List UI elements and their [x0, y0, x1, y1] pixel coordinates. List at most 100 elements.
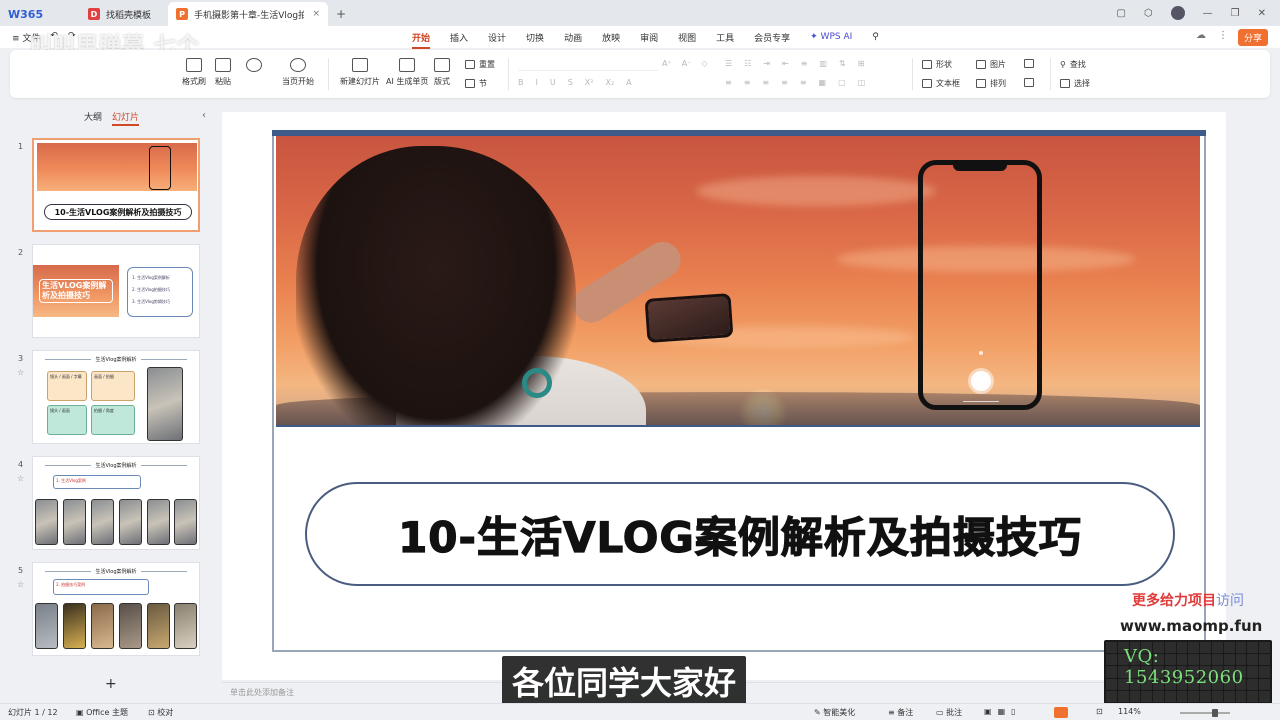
notes-input[interactable]: 单击此处添加备注	[230, 687, 294, 698]
slide-thumbnail-4[interactable]: 生活Vlog案例解析 1. 生活Vlog案例	[32, 456, 200, 550]
effect-icon[interactable]: ◫	[858, 78, 866, 87]
more-icon[interactable]: ⋮	[1218, 30, 1228, 41]
tab-home[interactable]: 开始	[412, 31, 431, 49]
clear-format-icon[interactable]: ◇	[701, 59, 707, 68]
fit-window-icon[interactable]: ⊡	[1096, 707, 1103, 716]
zoom-slider-handle[interactable]	[1212, 709, 1218, 717]
tab-slideshow[interactable]: 放映	[602, 31, 620, 44]
cut-button[interactable]	[246, 58, 262, 72]
cube-icon[interactable]: ⬡	[1144, 8, 1153, 19]
notes-button[interactable]: ≡ 备注	[888, 707, 913, 718]
tab-insert[interactable]: 插入	[450, 31, 468, 44]
theme-indicator[interactable]: ▣ Office 主题	[76, 707, 128, 718]
wps-home-tab[interactable]: W365	[0, 2, 80, 26]
undo-icon[interactable]: ↶	[50, 31, 58, 44]
superscript-icon[interactable]: X²	[585, 78, 594, 87]
document-tab[interactable]: P 手机摄影第十章-生活Vlog拍 ×	[168, 2, 328, 26]
zoom-slider[interactable]	[1180, 712, 1230, 714]
ai-slide-button[interactable]: AI 生成单页	[386, 58, 428, 87]
add-slide-button[interactable]: +	[105, 676, 117, 692]
search-icon[interactable]: ⚲	[872, 32, 879, 42]
increase-font-icon[interactable]: A⁺	[662, 59, 672, 68]
share-button[interactable]: 分享	[1237, 29, 1268, 46]
restore-icon[interactable]: ❐	[1231, 8, 1240, 19]
new-slide-button[interactable]: 新建幻灯片	[340, 58, 380, 87]
tab-animation[interactable]: 动画	[564, 31, 582, 44]
sorter-view-icon[interactable]: ▦	[998, 707, 1012, 716]
comments-button[interactable]: ▭ 批注	[936, 707, 962, 718]
paste-button[interactable]: 粘贴	[215, 58, 231, 87]
window-mode-icon[interactable]: ▢	[1116, 8, 1125, 19]
from-current-button[interactable]: 当页开始	[282, 58, 314, 87]
decrease-font-icon[interactable]: A⁻	[682, 59, 692, 68]
bullets-icon[interactable]: ☰	[725, 59, 732, 68]
select-button[interactable]: 选择	[1060, 78, 1090, 89]
template-tab[interactable]: D 找稻壳模板	[80, 2, 168, 26]
slide-thumbnail-5[interactable]: 生活Vlog案例解析 2. 拍摄技巧案例	[32, 562, 200, 656]
file-menu[interactable]: ≡ 文件 ↶ ↷	[0, 31, 76, 44]
shape-fill-icon[interactable]: ▦	[819, 78, 827, 87]
outline-icon[interactable]: ▢	[838, 78, 846, 87]
line-spacing-icon[interactable]: ≡	[801, 59, 808, 68]
text-direction-icon[interactable]: ⇅	[839, 59, 846, 68]
slide-thumbnail-3[interactable]: 生活Vlog案例解析 镜头 / 画面 / 字幕 画面 / 拍摄 镜头 / 画面 …	[32, 350, 200, 444]
find-button[interactable]: ⚲ 查找	[1060, 59, 1086, 70]
align-center-icon[interactable]: ≡	[744, 78, 751, 87]
align-left-icon[interactable]: ≡	[725, 78, 732, 87]
reset-button[interactable]: 重置	[465, 59, 495, 70]
font-name-select[interactable]	[518, 57, 658, 71]
shape-icon	[922, 60, 932, 69]
normal-view-icon[interactable]: ▣	[984, 707, 998, 716]
tab-member[interactable]: 会员专享	[754, 31, 790, 44]
underline-icon[interactable]: U	[550, 78, 556, 87]
arrange-button[interactable]: 排列	[976, 78, 1006, 89]
textbox-button[interactable]: 文本框	[922, 78, 960, 89]
smart-beautify-button[interactable]: ✎ 智能美化	[814, 707, 855, 718]
tab-tools[interactable]: 工具	[716, 31, 734, 44]
cloud-icon[interactable]: ☁	[1196, 30, 1206, 41]
distribute-icon[interactable]: ≡	[800, 78, 807, 87]
tab-transition[interactable]: 切换	[526, 31, 544, 44]
hero-image[interactable]	[276, 136, 1200, 426]
columns-icon[interactable]: ▥	[819, 59, 827, 68]
align-right-icon[interactable]: ≡	[762, 78, 769, 87]
minimize-icon[interactable]: —	[1203, 8, 1213, 19]
italic-icon[interactable]: I	[536, 78, 538, 87]
align-text-icon[interactable]: ⊞	[858, 59, 865, 68]
subscript-icon[interactable]: X₂	[605, 78, 614, 87]
fill-button[interactable]	[1024, 59, 1034, 68]
collapse-panel-icon[interactable]: ‹	[202, 110, 206, 121]
layout-button[interactable]: 版式	[434, 58, 450, 87]
more-format-button[interactable]	[1024, 78, 1034, 87]
avatar[interactable]	[1170, 6, 1185, 20]
phone-outline-graphic[interactable]	[918, 160, 1042, 410]
picture-button[interactable]: 图片	[976, 59, 1006, 70]
format-painter-button[interactable]: 格式刷	[182, 58, 206, 87]
reading-view-icon[interactable]: ▯	[1011, 707, 1021, 716]
tab-review[interactable]: 审阅	[640, 31, 658, 44]
proofread-button[interactable]: ⊡ 校对	[148, 707, 173, 718]
tab-view[interactable]: 视图	[678, 31, 696, 44]
tab-design[interactable]: 设计	[488, 31, 506, 44]
indent-icon[interactable]: ⇥	[763, 59, 770, 68]
redo-icon[interactable]: ↷	[68, 31, 76, 44]
tab-outline[interactable]: 大纲	[84, 110, 102, 126]
close-tab-icon[interactable]: ×	[312, 9, 320, 19]
new-tab-button[interactable]: +	[328, 2, 354, 26]
strike-icon[interactable]: S	[568, 78, 573, 87]
tab-slides[interactable]: 幻灯片	[112, 110, 140, 126]
font-color-icon[interactable]: A	[626, 78, 631, 87]
justify-icon[interactable]: ≡	[781, 78, 788, 87]
shape-button[interactable]: 形状	[922, 59, 952, 70]
tab-wps-ai[interactable]: ✦ WPS AI	[810, 32, 852, 42]
section-button[interactable]: 节	[465, 78, 487, 89]
bold-icon[interactable]: B	[518, 78, 524, 87]
slide-thumbnail-2[interactable]: 生活VLOG案例解析及拍摄技巧 1. 生活Vlog案例解析 2. 生活Vlog拍…	[32, 244, 200, 338]
numbering-icon[interactable]: ☷	[744, 59, 751, 68]
zoom-level[interactable]: 114%	[1118, 707, 1141, 716]
slideshow-play-button[interactable]	[1054, 707, 1068, 718]
slide-thumbnail-1[interactable]: 10-生活VLOG案例解析及拍摄技巧	[32, 138, 200, 232]
slide-title-box[interactable]: 10-生活VLOG案例解析及拍摄技巧	[305, 482, 1175, 586]
outdent-icon[interactable]: ⇤	[782, 59, 789, 68]
close-window-icon[interactable]: ✕	[1258, 8, 1266, 19]
